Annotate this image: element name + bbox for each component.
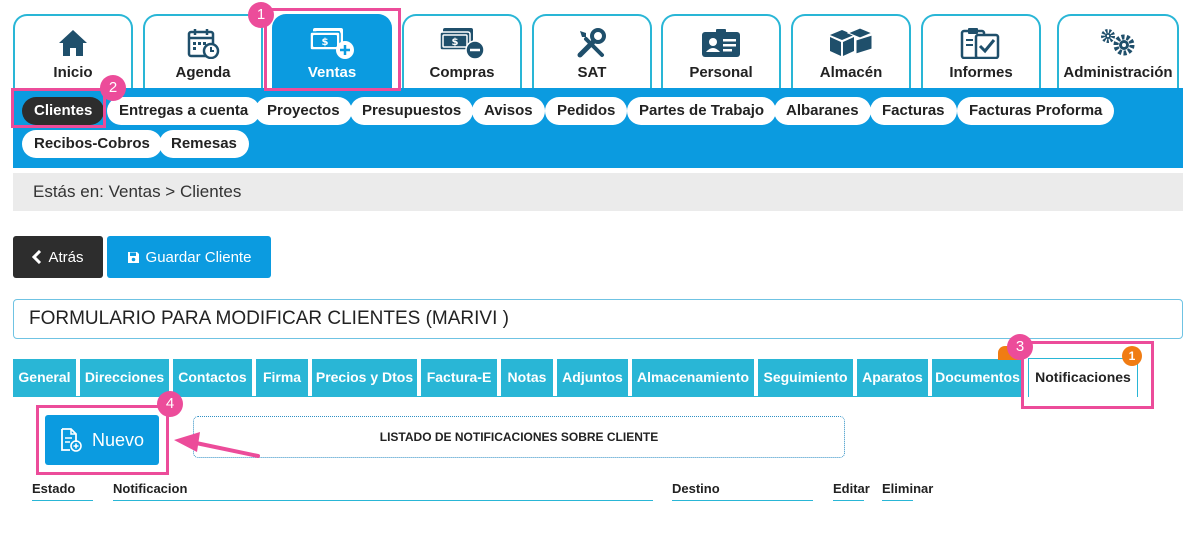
submenu-entregas[interactable]: Entregas a cuenta (107, 97, 261, 125)
module-tabs: Inicio Agenda $ Ventas $ Compras SAT Per… (0, 0, 1189, 88)
tab-documentos[interactable]: Documentos (932, 359, 1023, 396)
module-tab-administracion[interactable]: Administración (1057, 14, 1179, 88)
tab-precios-dtos[interactable]: Precios y Dtos (312, 359, 417, 396)
tab-direcciones[interactable]: Direcciones (80, 359, 169, 396)
module-label: Personal (689, 64, 753, 81)
submenu-partes[interactable]: Partes de Trabajo (627, 97, 777, 125)
highlight-new-button (36, 405, 169, 475)
module-label: SAT (577, 64, 607, 81)
tab-aparatos[interactable]: Aparatos (857, 359, 928, 396)
step-number-4: 4 (157, 391, 183, 417)
column-header-estado[interactable]: Estado (32, 481, 93, 501)
back-button[interactable]: Atrás (13, 236, 103, 278)
column-header-destino[interactable]: Destino (672, 481, 813, 501)
form-title: FORMULARIO PARA MODIFICAR CLIENTES (MARI… (13, 299, 1183, 339)
home-icon (59, 30, 87, 56)
floppy-icon (127, 251, 139, 263)
module-tab-informes[interactable]: Informes (921, 14, 1041, 88)
module-label: Informes (949, 64, 1013, 81)
submenu-pedidos[interactable]: Pedidos (545, 97, 628, 125)
submenu-facturas-proforma[interactable]: Facturas Proforma (957, 97, 1115, 125)
submenu-facturas[interactable]: Facturas (870, 97, 957, 125)
highlight-ventas (264, 8, 401, 91)
boxes-icon (830, 27, 874, 56)
module-tab-sat[interactable]: SAT (532, 14, 652, 88)
arrow-pointer-icon (174, 432, 260, 458)
step-number-3: 3 (1007, 334, 1033, 360)
tab-firma[interactable]: Firma (256, 359, 308, 396)
module-tab-personal[interactable]: Personal (661, 14, 781, 88)
calendar-icon (187, 29, 220, 59)
tab-notas[interactable]: Notas (501, 359, 553, 396)
submenu-remesas[interactable]: Remesas (159, 130, 249, 158)
tab-almacenamiento[interactable]: Almacenamiento (632, 359, 754, 396)
svg-text:$: $ (452, 37, 459, 48)
tools-icon (577, 28, 606, 58)
column-header-eliminar[interactable]: Eliminar (882, 481, 933, 501)
step-number-2: 2 (100, 75, 126, 101)
column-header-editar[interactable]: Editar (833, 481, 870, 501)
tab-general[interactable]: General (13, 359, 76, 396)
submenu-proyectos[interactable]: Proyectos (255, 97, 352, 125)
module-tab-almacen[interactable]: Almacén (791, 14, 911, 88)
submenu-bar: Clientes Entregas a cuenta Proyectos Pre… (13, 88, 1183, 168)
save-button-label: Guardar Cliente (145, 248, 252, 266)
save-client-button[interactable]: Guardar Cliente (107, 236, 271, 278)
module-label: Agenda (175, 64, 231, 81)
module-label: Almacén (819, 64, 883, 81)
breadcrumb: Estás en: Ventas > Clientes (13, 173, 1183, 211)
submenu-presupuestos[interactable]: Presupuestos (350, 97, 474, 125)
module-label: Administración (1063, 64, 1173, 81)
submenu-avisos[interactable]: Avisos (472, 97, 545, 125)
tab-contactos[interactable]: Contactos (173, 359, 252, 396)
back-button-label: Atrás (48, 248, 84, 266)
id-card-icon (702, 29, 740, 57)
record-tabs: General Direcciones Contactos Firma Prec… (0, 358, 1189, 397)
clipboard-icon (960, 28, 1000, 59)
highlight-notificaciones-tab (1021, 341, 1154, 409)
module-tab-compras[interactable]: $ Compras (402, 14, 522, 88)
tab-adjuntos[interactable]: Adjuntos (557, 359, 628, 396)
module-label: Compras (429, 64, 495, 81)
highlight-clientes (11, 88, 106, 128)
notifications-list-title: LISTADO DE NOTIFICACIONES SOBRE CLIENTE (193, 416, 845, 458)
column-header-notificacion[interactable]: Notificacion (113, 481, 653, 501)
chevron-left-icon (32, 250, 42, 264)
submenu-recibos[interactable]: Recibos-Cobros (22, 130, 162, 158)
tab-seguimiento[interactable]: Seguimiento (758, 359, 853, 396)
gears-icon (1101, 29, 1135, 56)
submenu-albaranes[interactable]: Albaranes (774, 97, 871, 125)
money-minus-icon: $ (439, 28, 485, 60)
step-number-1: 1 (248, 2, 274, 28)
tab-factura-e[interactable]: Factura-E (421, 359, 497, 396)
module-tab-agenda[interactable]: Agenda (143, 14, 263, 88)
